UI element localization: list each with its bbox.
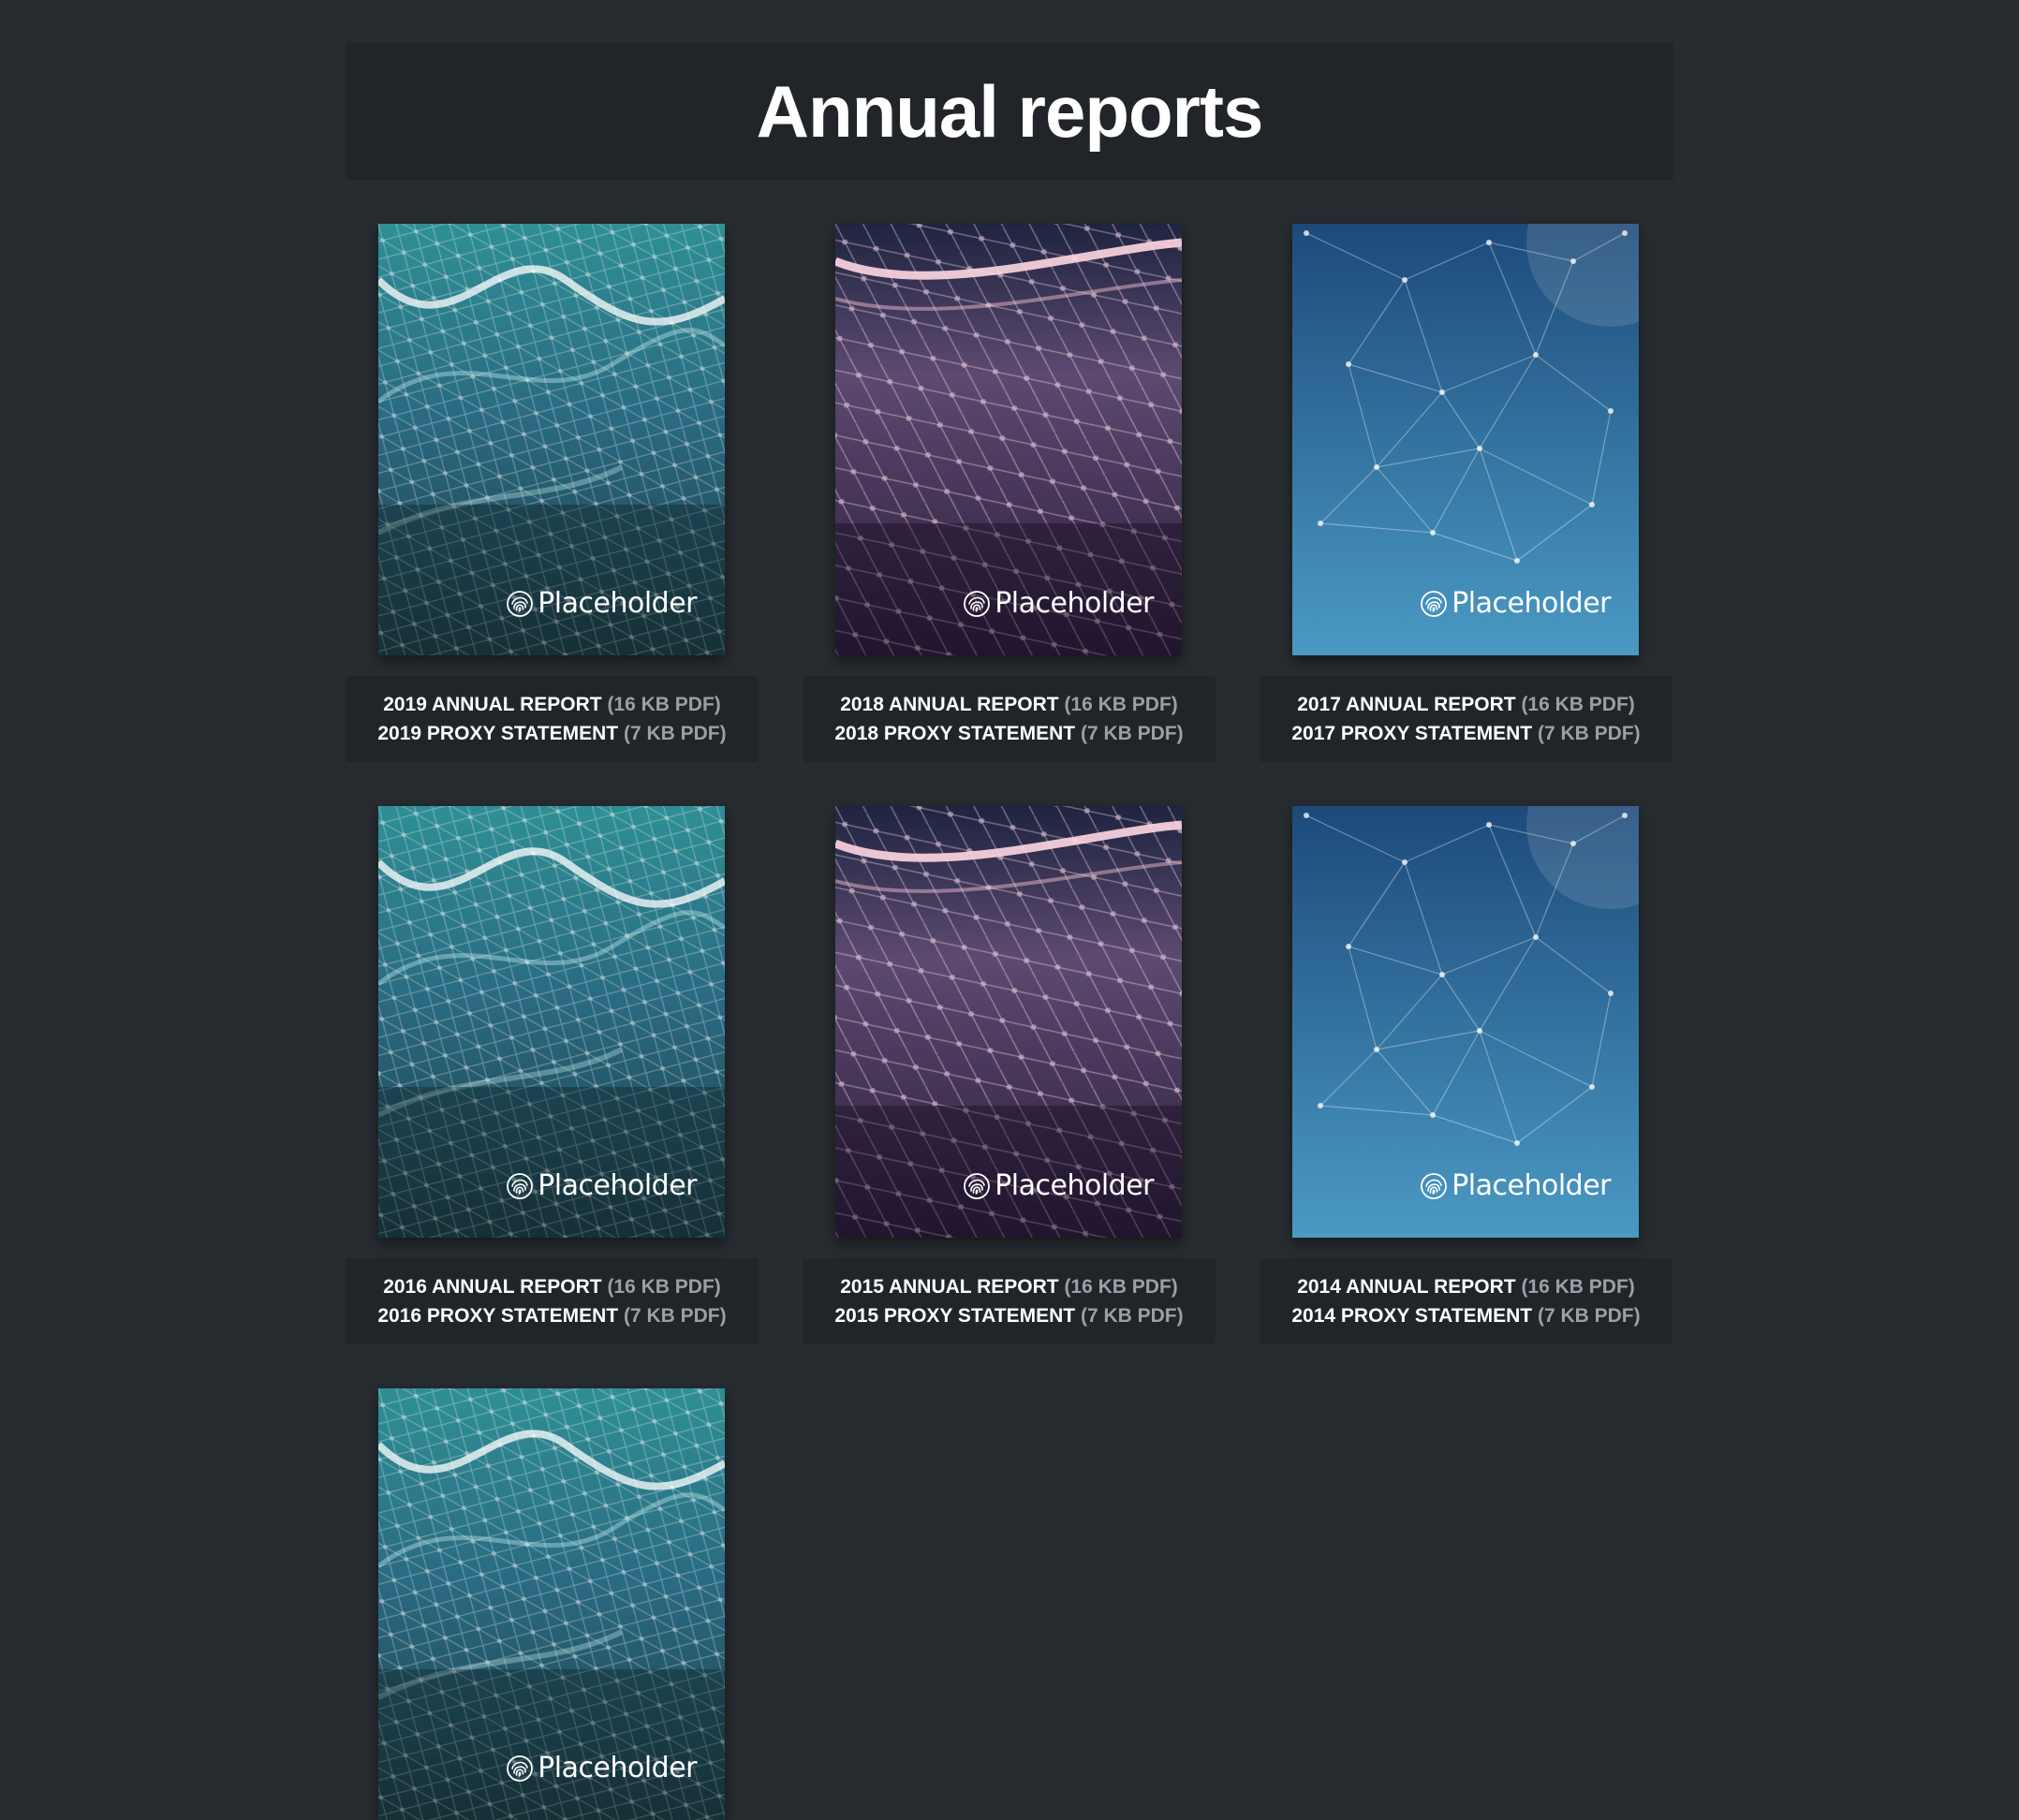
fingerprint-icon	[964, 1172, 991, 1199]
proxy-statement-line: 2017 PROXY STATEMENT (7 KB PDF)	[1291, 719, 1640, 748]
proxy-statement-size: (7 KB PDF)	[1537, 723, 1641, 744]
proxy-statement-link[interactable]: 2019 PROXY STATEMENT	[377, 723, 618, 744]
annual-report-link[interactable]: 2019 ANNUAL REPORT	[383, 694, 601, 715]
report-cover-image[interactable]: Placeholder	[1292, 806, 1639, 1238]
brand-text: Placeholder	[995, 1169, 1154, 1202]
report-links: 2019 ANNUAL REPORT (16 KB PDF) 2019 PROX…	[346, 676, 759, 762]
report-cover-image[interactable]: Placeholder	[835, 806, 1182, 1238]
brand-logo: Placeholder	[963, 587, 1154, 620]
annual-report-size: (16 KB PDF)	[1064, 1276, 1178, 1298]
annual-report-line: 2014 ANNUAL REPORT (16 KB PDF)	[1297, 1272, 1635, 1301]
annual-report-link[interactable]: 2015 ANNUAL REPORT	[840, 1276, 1058, 1298]
proxy-statement-link[interactable]: 2018 PROXY STATEMENT	[834, 723, 1075, 744]
page-title: Annual reports	[756, 69, 1264, 153]
report-links: 2015 ANNUAL REPORT (16 KB PDF) 2015 PROX…	[803, 1258, 1216, 1344]
page-header: Annual reports	[346, 43, 1673, 180]
brand-text: Placeholder	[995, 587, 1154, 620]
annual-report-size: (16 KB PDF)	[607, 1276, 721, 1298]
proxy-statement-line: 2016 PROXY STATEMENT (7 KB PDF)	[377, 1301, 726, 1330]
brand-logo: Placeholder	[506, 587, 697, 620]
report-links: 2016 ANNUAL REPORT (16 KB PDF) 2016 PROX…	[346, 1258, 759, 1344]
proxy-statement-size: (7 KB PDF)	[1537, 1305, 1641, 1327]
annual-report-link[interactable]: 2017 ANNUAL REPORT	[1297, 694, 1515, 715]
annual-report-line: 2017 ANNUAL REPORT (16 KB PDF)	[1297, 690, 1635, 719]
proxy-statement-line: 2014 PROXY STATEMENT (7 KB PDF)	[1291, 1301, 1640, 1330]
fingerprint-icon	[507, 590, 534, 617]
annual-report-link[interactable]: 2014 ANNUAL REPORT	[1297, 1276, 1515, 1298]
brand-text: Placeholder	[538, 1169, 697, 1202]
proxy-statement-line: 2015 PROXY STATEMENT (7 KB PDF)	[834, 1301, 1183, 1330]
brand-text: Placeholder	[538, 587, 697, 620]
brand-logo: Placeholder	[506, 1752, 697, 1784]
annual-report-link[interactable]: 2018 ANNUAL REPORT	[840, 694, 1058, 715]
annual-report-size: (16 KB PDF)	[1064, 694, 1178, 715]
fingerprint-icon	[507, 1754, 534, 1782]
proxy-statement-link[interactable]: 2017 PROXY STATEMENT	[1291, 723, 1532, 744]
annual-report-size: (16 KB PDF)	[607, 694, 721, 715]
brand-logo: Placeholder	[1420, 587, 1611, 620]
proxy-statement-size: (7 KB PDF)	[623, 723, 727, 744]
proxy-statement-link[interactable]: 2015 PROXY STATEMENT	[834, 1305, 1075, 1327]
brand-text: Placeholder	[1452, 1169, 1611, 1202]
annual-report-size: (16 KB PDF)	[1521, 694, 1635, 715]
annual-report-line: 2019 ANNUAL REPORT (16 KB PDF)	[383, 690, 721, 719]
annual-report-line: 2015 ANNUAL REPORT (16 KB PDF)	[840, 1272, 1178, 1301]
proxy-statement-size: (7 KB PDF)	[1080, 1305, 1184, 1327]
brand-logo: Placeholder	[1420, 1169, 1611, 1202]
proxy-statement-size: (7 KB PDF)	[1080, 723, 1184, 744]
fingerprint-icon	[1421, 1172, 1448, 1199]
report-cover-image[interactable]: Placeholder	[378, 224, 725, 655]
report-links: 2017 ANNUAL REPORT (16 KB PDF) 2017 PROX…	[1260, 676, 1673, 762]
proxy-statement-line: 2019 PROXY STATEMENT (7 KB PDF)	[377, 719, 726, 748]
annual-report-line: 2018 ANNUAL REPORT (16 KB PDF)	[840, 690, 1178, 719]
report-links: 2014 ANNUAL REPORT (16 KB PDF) 2014 PROX…	[1260, 1258, 1673, 1344]
proxy-statement-size: (7 KB PDF)	[623, 1305, 727, 1327]
brand-logo: Placeholder	[963, 1169, 1154, 1202]
fingerprint-icon	[964, 590, 991, 617]
proxy-statement-link[interactable]: 2014 PROXY STATEMENT	[1291, 1305, 1532, 1327]
brand-text: Placeholder	[1452, 587, 1611, 620]
report-links: 2018 ANNUAL REPORT (16 KB PDF) 2018 PROX…	[803, 676, 1216, 762]
annual-report-link[interactable]: 2016 ANNUAL REPORT	[383, 1276, 601, 1298]
report-cover-image[interactable]: Placeholder	[378, 806, 725, 1238]
brand-logo: Placeholder	[506, 1169, 697, 1202]
proxy-statement-line: 2018 PROXY STATEMENT (7 KB PDF)	[834, 719, 1183, 748]
fingerprint-icon	[1421, 590, 1448, 617]
fingerprint-icon	[507, 1172, 534, 1199]
proxy-statement-link[interactable]: 2016 PROXY STATEMENT	[377, 1305, 618, 1327]
report-cover-image[interactable]: Placeholder	[835, 224, 1182, 655]
annual-report-line: 2016 ANNUAL REPORT (16 KB PDF)	[383, 1272, 721, 1301]
annual-report-size: (16 KB PDF)	[1521, 1276, 1635, 1298]
report-cover-image[interactable]: Placeholder	[378, 1388, 725, 1820]
brand-text: Placeholder	[538, 1752, 697, 1784]
report-cover-image[interactable]: Placeholder	[1292, 224, 1639, 655]
